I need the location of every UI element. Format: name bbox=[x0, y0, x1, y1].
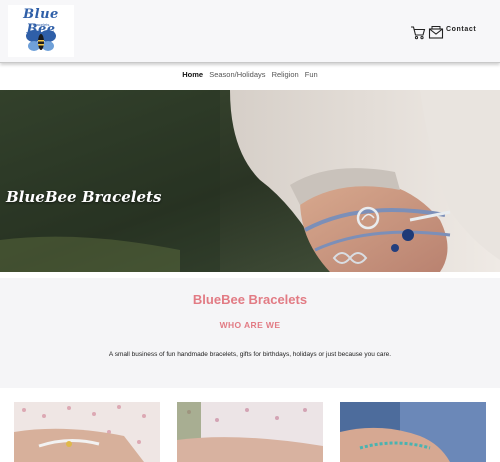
nav-item-fun[interactable]: Fun bbox=[305, 70, 318, 79]
about-subtitle: WHO ARE WE bbox=[219, 320, 281, 330]
product-photo-3 bbox=[340, 402, 486, 462]
product-thumbnail-2[interactable] bbox=[177, 402, 323, 462]
hero-banner: BlueBee Bracelets bbox=[0, 90, 500, 272]
product-photo-2 bbox=[177, 402, 323, 462]
bee-icon bbox=[26, 30, 56, 51]
brand-logo[interactable]: Blue Bee Bracelets bbox=[8, 5, 74, 57]
envelope-icon[interactable] bbox=[428, 25, 444, 40]
about-title: BlueBee Bracelets bbox=[192, 292, 308, 307]
hero-photo bbox=[0, 90, 500, 272]
product-thumbnail-1[interactable] bbox=[14, 402, 160, 462]
nav-item-season-holidays[interactable]: Season/Holidays bbox=[209, 70, 265, 79]
about-text: A small business of fun handmade bracele… bbox=[108, 351, 392, 358]
shopping-cart-icon[interactable] bbox=[410, 25, 426, 40]
nav-item-religion[interactable]: Religion bbox=[272, 70, 299, 79]
nav-item-home[interactable]: Home bbox=[182, 70, 203, 79]
header-icons bbox=[410, 24, 444, 40]
product-thumbnail-3[interactable] bbox=[340, 402, 486, 462]
about-section: BlueBee Bracelets WHO ARE WE A small bus… bbox=[0, 278, 500, 388]
product-photo-1 bbox=[14, 402, 160, 462]
hero-title: BlueBee Bracelets bbox=[6, 188, 162, 206]
site-header: Blue Bee Bracelets Contact bbox=[0, 0, 500, 63]
main-nav: Home Season/Holidays Religion Fun bbox=[0, 70, 500, 79]
contact-link[interactable]: Contact bbox=[446, 26, 476, 33]
